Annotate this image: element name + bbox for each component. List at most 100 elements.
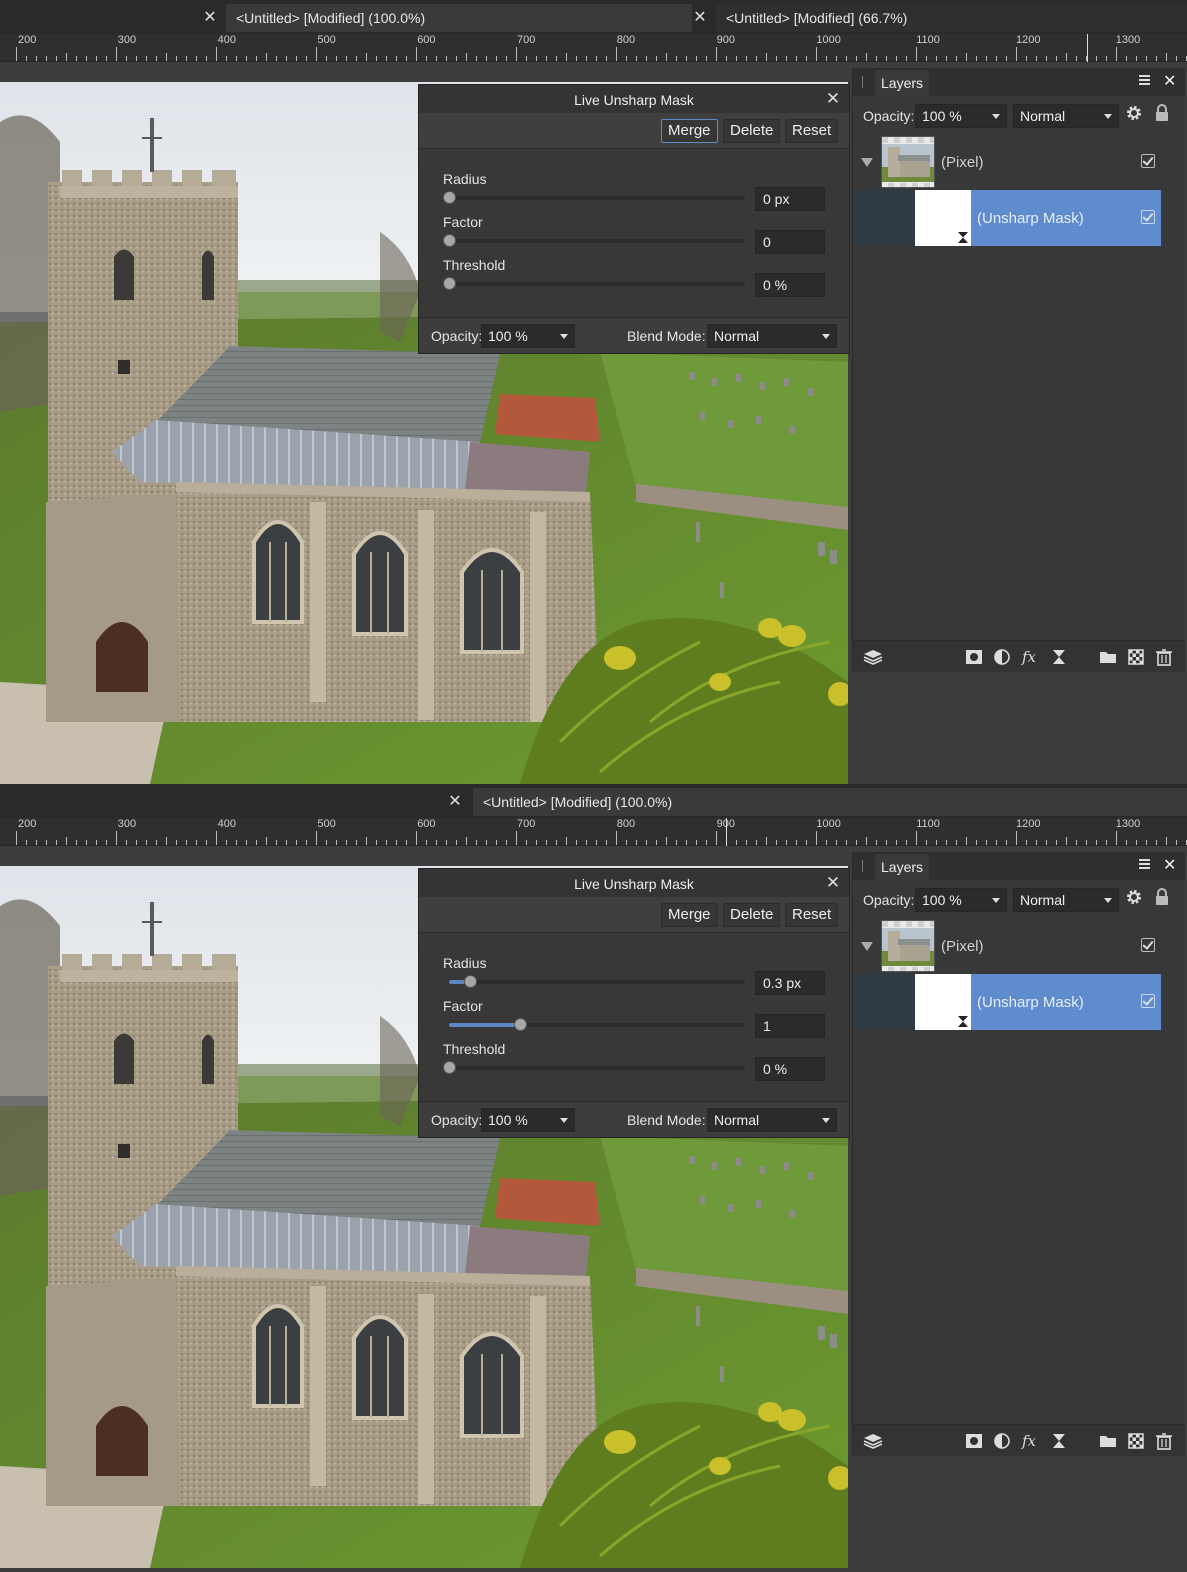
panel-menu-icon[interactable]	[1139, 858, 1153, 872]
layer-visibility-checkbox[interactable]	[1141, 210, 1155, 224]
live-unsharp-mask-dialog: Live Unsharp Mask ✕ Merge Delete Reset R…	[418, 84, 850, 354]
tab-close-icon[interactable]: ✕	[198, 4, 222, 32]
adjustment-icon[interactable]	[993, 648, 1011, 666]
chevron-down-icon	[560, 334, 568, 339]
opacity-label: Opacity:	[863, 108, 915, 124]
slider-knob[interactable]	[443, 277, 456, 290]
close-icon[interactable]: ✕	[821, 870, 845, 896]
live-unsharp-mask-dialog: Live Unsharp Mask ✕ Merge Delete Reset R…	[418, 868, 850, 1138]
blend-mode-label: Blend Mode:	[627, 1112, 706, 1128]
pixel-layer-icon[interactable]	[1127, 1432, 1145, 1450]
reset-button[interactable]: Reset	[785, 903, 839, 927]
layer-row-pixel[interactable]: (Pixel)	[853, 918, 1161, 974]
ruler-label: 400	[217, 34, 236, 46]
blend-mode-dropdown[interactable]: Normal	[707, 324, 837, 348]
delete-button[interactable]: Delete	[723, 903, 781, 927]
radius-slider[interactable]	[443, 191, 745, 204]
merge-button[interactable]: Merge	[661, 119, 718, 143]
ruler-label: 200	[18, 34, 37, 46]
ruler-label: 200	[18, 818, 37, 830]
radius-field[interactable]: 0 px	[755, 187, 825, 211]
group-icon[interactable]	[1099, 1432, 1117, 1450]
layer-visibility-checkbox[interactable]	[1141, 154, 1155, 168]
group-icon[interactable]	[1099, 648, 1117, 666]
document-tab[interactable]: <Untitled> [Modified] (66.7%)	[716, 4, 1187, 32]
gear-icon[interactable]	[1125, 104, 1143, 122]
threshold-slider[interactable]	[443, 1061, 745, 1074]
panel-grip-icon[interactable]	[862, 860, 863, 872]
radius-label: Radius	[443, 171, 487, 187]
document-tab[interactable]: <Untitled> [Modified] (100.0%)	[473, 788, 1187, 816]
threshold-field[interactable]: 0 %	[755, 273, 825, 297]
layer-row-pixel[interactable]: (Pixel)	[853, 134, 1161, 190]
tab-label: <Untitled> [Modified] (66.7%)	[726, 10, 908, 26]
slider-knob[interactable]	[514, 1018, 528, 1031]
lock-icon[interactable]	[1155, 888, 1169, 906]
adjustment-icon[interactable]	[993, 1432, 1011, 1450]
tab-close-icon[interactable]: ✕	[688, 4, 712, 32]
factor-field[interactable]: 1	[755, 1014, 825, 1038]
radius-field[interactable]: 0.3 px	[755, 971, 825, 995]
blend-mode-dropdown[interactable]: Normal	[707, 1108, 837, 1132]
lock-icon[interactable]	[1155, 104, 1169, 122]
gear-icon[interactable]	[1125, 888, 1143, 906]
ruler-label: 800	[616, 818, 636, 830]
factor-slider[interactable]	[449, 1018, 745, 1031]
panel-menu-icon[interactable]	[1139, 74, 1153, 88]
ruler-label: 800	[616, 34, 636, 46]
layer-blend-dropdown[interactable]: Normal	[1013, 104, 1119, 128]
layers-icon[interactable]	[863, 648, 883, 666]
close-icon[interactable]: ✕	[1163, 70, 1176, 94]
document-pane-top: ✕ <Untitled> [Modified] (100.0%) ✕ <Unti…	[0, 0, 1187, 784]
layer-opacity-dropdown[interactable]: 100 %	[915, 888, 1007, 912]
document-tab[interactable]: <Untitled> [Modified] (100.0%)	[226, 4, 692, 32]
layers-tab[interactable]: Layers	[875, 854, 930, 880]
live-filter-icon[interactable]	[1050, 648, 1068, 666]
trash-icon[interactable]	[1155, 648, 1173, 666]
slider-knob[interactable]	[443, 1061, 456, 1074]
ruler-label: 1000	[816, 818, 841, 830]
fx-icon[interactable]: fx	[1021, 648, 1043, 666]
ruler-label: 1200	[1016, 34, 1041, 46]
mask-icon[interactable]	[965, 648, 983, 666]
slider-knob[interactable]	[463, 975, 477, 988]
ruler-cursor-marker	[726, 818, 727, 846]
layers-icon[interactable]	[863, 1432, 883, 1450]
merge-button[interactable]: Merge	[661, 903, 718, 927]
mask-icon[interactable]	[965, 1432, 983, 1450]
delete-button[interactable]: Delete	[723, 119, 781, 143]
reset-button[interactable]: Reset	[785, 119, 839, 143]
trash-icon[interactable]	[1155, 1432, 1173, 1450]
threshold-field[interactable]: 0 %	[755, 1057, 825, 1081]
chevron-down-icon	[1104, 898, 1112, 903]
radius-slider[interactable]	[449, 975, 745, 988]
expand-triangle-icon[interactable]	[861, 942, 873, 951]
close-icon[interactable]: ✕	[821, 86, 845, 112]
live-filter-icon[interactable]	[1050, 1432, 1068, 1450]
layer-visibility-checkbox[interactable]	[1141, 938, 1155, 952]
layers-tab[interactable]: Layers	[875, 70, 930, 96]
panel-grip-icon[interactable]	[862, 76, 863, 88]
layer-row-unsharp-mask[interactable]: (Unsharp Mask)	[853, 190, 1161, 246]
fx-icon[interactable]: fx	[1021, 1432, 1043, 1450]
layer-row-unsharp-mask[interactable]: (Unsharp Mask)	[853, 974, 1161, 1030]
document-tab-bar: ✕ <Untitled> [Modified] (100.0%) ✕ <Unti…	[0, 0, 1187, 34]
slider-knob[interactable]	[443, 191, 456, 204]
factor-field[interactable]: 0	[755, 230, 825, 254]
dialog-footer: Opacity: 100 % Blend Mode: Normal	[419, 317, 849, 353]
chevron-down-icon	[992, 114, 1000, 119]
layer-blend-dropdown[interactable]: Normal	[1013, 888, 1119, 912]
layers-panel: Layers ✕ Opacity: 100 % Normal (Pixel) (…	[852, 852, 1185, 1456]
pixel-layer-icon[interactable]	[1127, 648, 1145, 666]
slider-knob[interactable]	[443, 234, 456, 247]
threshold-slider[interactable]	[443, 277, 745, 290]
expand-triangle-icon[interactable]	[861, 158, 873, 167]
opacity-dropdown[interactable]: 100 %	[481, 1108, 575, 1132]
opacity-dropdown[interactable]: 100 %	[481, 324, 575, 348]
layer-opacity-dropdown[interactable]: 100 %	[915, 104, 1007, 128]
layer-visibility-checkbox[interactable]	[1141, 994, 1155, 1008]
opacity-value: 100 %	[922, 108, 962, 124]
factor-slider[interactable]	[443, 234, 745, 247]
close-icon[interactable]: ✕	[1163, 854, 1176, 878]
tab-close-icon[interactable]: ✕	[443, 788, 467, 816]
